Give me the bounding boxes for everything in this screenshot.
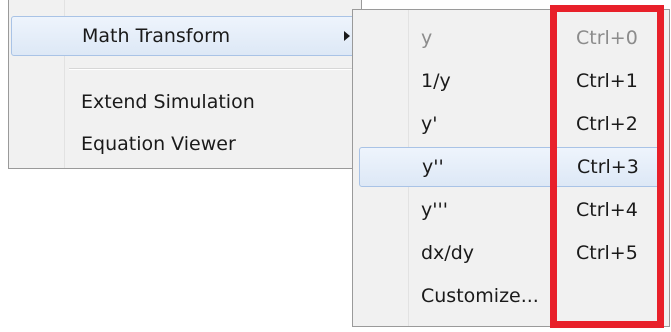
submenu-item-reciprocal[interactable]: 1/y Ctrl+1 [359, 61, 663, 101]
submenu-item-label: Customize... [421, 285, 539, 307]
menu-item-label: Math Transform [82, 25, 231, 47]
menu-item-label: Equation Viewer [81, 133, 236, 155]
submenu-item-third-derivative[interactable]: y''' Ctrl+4 [359, 190, 663, 230]
chevron-right-icon [344, 31, 350, 41]
math-transform-submenu: y Ctrl+0 1/y Ctrl+1 y' Ctrl+2 y'' Ctrl+3… [352, 9, 670, 327]
submenu-item-label: y''' [421, 199, 448, 221]
menu-item-extend-simulation[interactable]: Extend Simulation [11, 82, 359, 122]
submenu-item-label: dx/dy [421, 242, 475, 264]
submenu-item-label: y'' [422, 156, 444, 178]
submenu-item-second-derivative[interactable]: y'' Ctrl+3 [359, 147, 663, 187]
submenu-item-label: y [421, 27, 433, 49]
shortcut-label: Ctrl+5 [576, 242, 638, 264]
menu-separator [69, 68, 359, 70]
shortcut-label: Ctrl+2 [576, 113, 638, 135]
partially-visible-menu-item[interactable] [69, 0, 269, 3]
shortcut-label: Ctrl+0 [576, 27, 638, 49]
shortcut-label: Ctrl+4 [576, 199, 638, 221]
submenu-item-first-derivative[interactable]: y' Ctrl+2 [359, 104, 663, 144]
menu-item-label: Extend Simulation [81, 91, 255, 113]
submenu-item-label: y' [421, 113, 438, 135]
context-menu: Math Transform Extend Simulation Equatio… [8, 0, 362, 169]
shortcut-label: Ctrl+3 [577, 156, 639, 178]
shortcut-label: Ctrl+1 [576, 70, 638, 92]
submenu-item-dx-dy[interactable]: dx/dy Ctrl+5 [359, 233, 663, 273]
menu-item-equation-viewer[interactable]: Equation Viewer [11, 124, 359, 164]
submenu-item-y[interactable]: y Ctrl+0 [359, 18, 663, 58]
menu-item-math-transform[interactable]: Math Transform [11, 16, 359, 56]
submenu-item-label: 1/y [421, 70, 451, 92]
submenu-item-customize[interactable]: Customize... [359, 276, 663, 316]
